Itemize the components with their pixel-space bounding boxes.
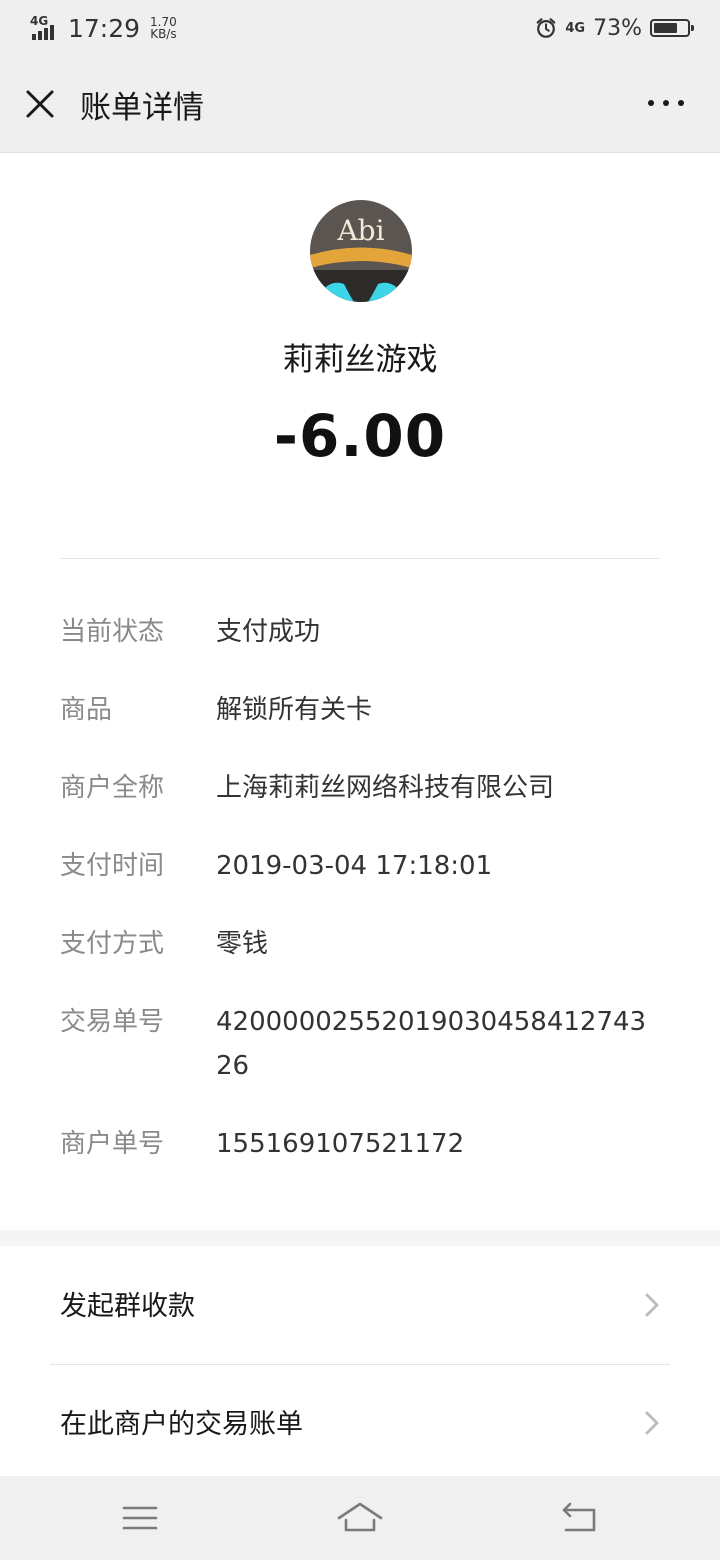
detail-label: 商户单号: [60, 1129, 165, 1159]
merchant-avatar: Abi: [310, 200, 412, 302]
back-icon[interactable]: [560, 1498, 600, 1538]
detail-row-merchant-order-id: 商户单号 155169107521172: [60, 1124, 660, 1166]
close-icon[interactable]: [22, 86, 58, 122]
detail-row-pay-time: 支付时间 2019-03-04 17:18:01: [60, 846, 660, 888]
status-left: 4G 17:29 1.70 KB/s: [30, 12, 177, 44]
group-collect-button[interactable]: 发起群收款: [0, 1246, 720, 1362]
network-speed: 1.70 KB/s: [150, 16, 177, 40]
title-bar: 账单详情: [0, 56, 720, 153]
menu-icon[interactable]: [120, 1498, 160, 1538]
avatar-text: Abi: [336, 214, 384, 247]
home-icon[interactable]: [336, 1498, 384, 1538]
signal-icon: 4G: [30, 14, 60, 42]
alarm-icon: [537, 18, 556, 38]
chevron-right-icon: [645, 1411, 659, 1435]
detail-label: 支付时间: [60, 851, 165, 881]
detail-value[interactable]: 4200000255201903045841274326: [216, 1000, 656, 1088]
more-icon[interactable]: [648, 100, 684, 106]
detail-label: 商品: [60, 695, 113, 725]
divider: [60, 558, 660, 559]
detail-list: 当前状态 支付成功 商品 解锁所有关卡 商户全称 上海莉莉丝网络科技有限公司 支…: [60, 612, 660, 1202]
detail-value: 上海莉莉丝网络科技有限公司: [216, 773, 555, 803]
detail-label: 交易单号: [60, 1007, 165, 1037]
detail-label: 商户全称: [60, 773, 165, 803]
battery-icon: [650, 19, 694, 37]
network-type-right: 4G: [565, 20, 586, 36]
detail-row-pay-method: 支付方式 零钱: [60, 924, 660, 966]
payment-amount: -6.00: [273, 402, 447, 470]
merchant-name: 莉莉丝游戏: [282, 342, 438, 378]
detail-label: 当前状态: [60, 617, 165, 647]
status-time: 17:29: [68, 13, 141, 43]
system-nav-bar: [0, 1476, 720, 1560]
detail-value: 支付成功: [216, 617, 321, 647]
detail-row-product: 商品 解锁所有关卡: [60, 690, 660, 732]
speed-unit: KB/s: [150, 27, 177, 41]
battery-percent: 73%: [593, 15, 642, 41]
action-label: 在此商户的交易账单: [60, 1409, 303, 1440]
detail-value: 零钱: [216, 929, 269, 959]
detail-value[interactable]: 155169107521172: [216, 1122, 656, 1166]
detail-value: 2019-03-04 17:18:01: [216, 851, 493, 881]
detail-label: 支付方式: [60, 929, 165, 959]
merchant-transactions-button[interactable]: 在此商户的交易账单: [0, 1364, 720, 1480]
section-gap: [0, 1230, 720, 1246]
detail-row-transaction-id: 交易单号 4200000255201903045841274326: [60, 1002, 660, 1088]
detail-value: 解锁所有关卡: [216, 695, 373, 725]
battery-level: [654, 23, 678, 33]
status-right: 4G 73%: [535, 12, 694, 44]
chevron-right-icon: [645, 1293, 659, 1317]
divider: [50, 1364, 670, 1365]
page-title: 账单详情: [80, 90, 204, 126]
detail-row-merchant-fullname: 商户全称 上海莉莉丝网络科技有限公司: [60, 768, 660, 810]
detail-row-status: 当前状态 支付成功: [60, 612, 660, 654]
action-label: 发起群收款: [60, 1291, 195, 1322]
status-bar: 4G 17:29 1.70 KB/s 4G 73%: [0, 0, 720, 56]
